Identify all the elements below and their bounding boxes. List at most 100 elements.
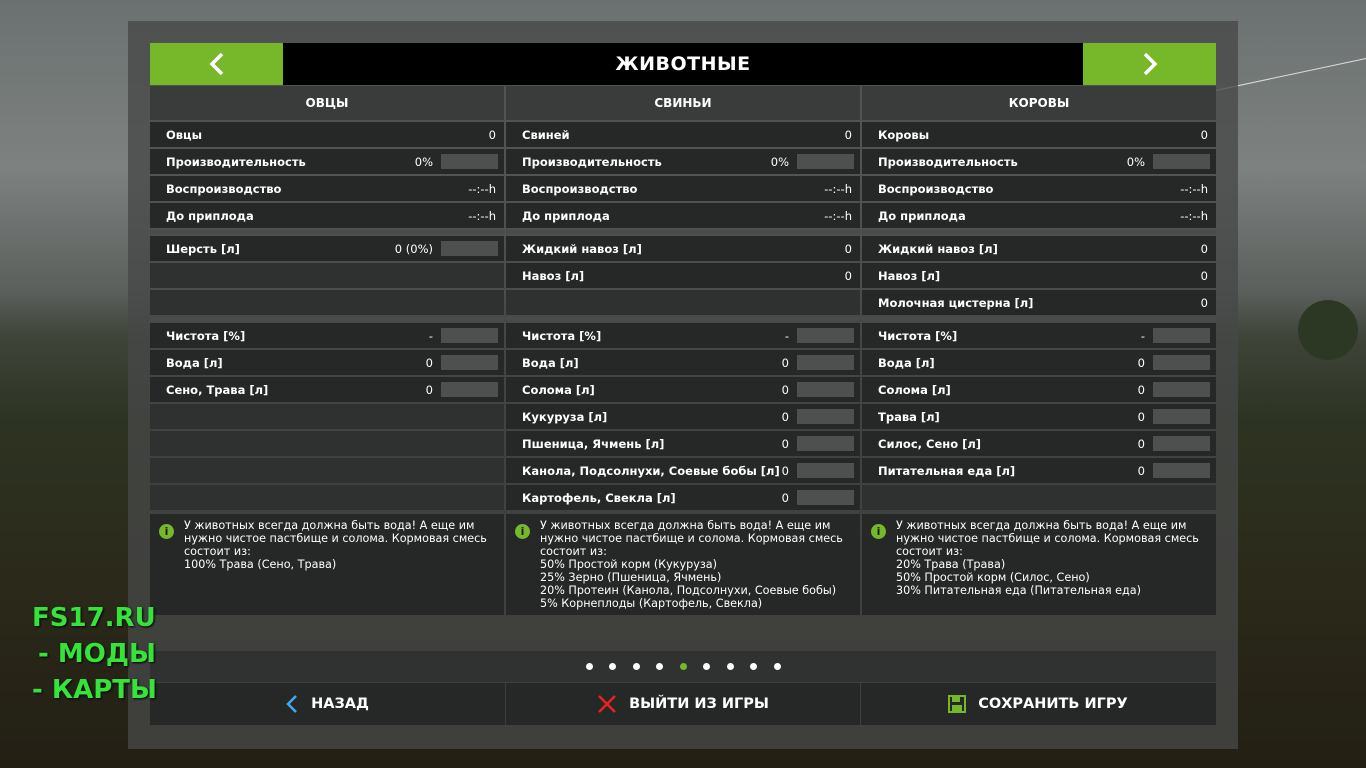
stat-row: Воспроизводство --:--h <box>506 176 860 201</box>
level-bar <box>1153 463 1210 478</box>
section-separator <box>506 230 860 234</box>
stat-row: Солома [л] 0 <box>506 377 860 402</box>
animal-column: КОРОВЫ Коровы 0 Производительность 0% Воспрои… <box>862 86 1216 510</box>
section-separator <box>506 317 860 321</box>
stat-row: Вода [л] 0 <box>506 350 860 375</box>
stat-row: Чистота [%] - <box>862 323 1216 348</box>
page-dot[interactable] <box>773 663 781 670</box>
stat-value: --:--h <box>468 209 496 223</box>
stat-label: Питательная еда [л] <box>878 464 1016 478</box>
stat-row: Чистота [%] - <box>506 323 860 348</box>
stat-value: 0% <box>770 155 789 169</box>
stat-value: 0 <box>781 410 789 424</box>
background-tree <box>1298 300 1358 360</box>
stat-value: 0 <box>781 464 789 478</box>
watermark-line: - МОДЫ <box>38 639 156 669</box>
stat-row: Чистота [%] - <box>150 323 504 348</box>
stat-value: 0 <box>1200 242 1208 256</box>
page-dot[interactable] <box>703 663 710 670</box>
next-page-button[interactable] <box>1083 43 1216 85</box>
page-header: ЖИВОТНЫЕ <box>150 43 1216 85</box>
stat-value: 0 <box>1200 269 1208 283</box>
empty-row <box>150 404 504 429</box>
stat-row: До приплода --:--h <box>862 203 1216 228</box>
stat-row: Навоз [л] 0 <box>506 263 860 288</box>
page-dot[interactable] <box>726 663 734 670</box>
page-dot[interactable] <box>585 663 593 670</box>
stat-value: 0 <box>1137 383 1145 397</box>
level-bar <box>441 355 498 370</box>
stat-value: 0 <box>781 491 789 505</box>
stat-row: Производительность 0% <box>862 149 1216 174</box>
animal-column: СВИНЬИ Свиней 0 Производительность 0% Воспрои… <box>506 86 860 510</box>
stat-row: Кукуруза [л] 0 <box>506 404 860 429</box>
stat-label: Свиней <box>522 128 570 142</box>
stat-label: Чистота [%] <box>166 329 246 343</box>
page-dot[interactable] <box>632 663 640 670</box>
page-dot[interactable] <box>656 663 663 670</box>
column-header: КОРОВЫ <box>862 86 1216 120</box>
stat-label: Канола, Подсолнухи, Соевые бобы [л] <box>522 464 780 478</box>
stat-label: Солома [л] <box>522 383 595 397</box>
stat-label: Трава [л] <box>878 410 940 424</box>
stat-label: Чистота [%] <box>878 329 958 343</box>
page-dot[interactable] <box>609 663 616 670</box>
stat-row: Вода [л] 0 <box>150 350 504 375</box>
stat-row: Пшеница, Ячмень [л] 0 <box>506 431 860 456</box>
page-dot-active[interactable] <box>679 663 687 670</box>
empty-row <box>862 485 1216 510</box>
save-game-label: СОХРАНИТЬ ИГРУ <box>978 696 1128 712</box>
stat-label: Жидкий навоз [л] <box>522 242 642 256</box>
level-bar <box>1153 328 1210 343</box>
stat-value: 0% <box>1126 155 1145 169</box>
level-bar <box>797 328 854 343</box>
level-bar <box>441 382 498 397</box>
stat-value: --:--h <box>468 182 496 196</box>
stat-value: 0 <box>844 128 852 142</box>
stat-row: Питательная еда [л] 0 <box>862 458 1216 483</box>
stat-row: Шерсть [л] 0 (0%) <box>150 236 504 261</box>
feeding-info-text: У животных всегда должна быть вода! А ещ… <box>540 519 843 610</box>
level-bar <box>797 409 854 424</box>
level-bar <box>1153 154 1210 169</box>
stat-row: Навоз [л] 0 <box>862 263 1216 288</box>
stat-row: Трава [л] 0 <box>862 404 1216 429</box>
stat-label: До приплода <box>166 209 254 223</box>
stat-value: 0% <box>414 155 433 169</box>
page-title: ЖИВОТНЫЕ <box>615 53 751 75</box>
stat-label: Сено, Трава [л] <box>166 383 269 397</box>
level-bar <box>441 241 498 256</box>
stat-row: Свиней 0 <box>506 122 860 147</box>
chevron-right-icon <box>1143 52 1157 76</box>
watermark-line: FS17.RU <box>32 603 156 633</box>
stat-label: Картофель, Свекла [л] <box>522 491 676 505</box>
back-button[interactable]: НАЗАД <box>150 683 504 725</box>
level-bar <box>797 154 854 169</box>
stat-row: Жидкий навоз [л] 0 <box>862 236 1216 261</box>
stat-value: 0 <box>425 383 433 397</box>
level-bar <box>1153 436 1210 451</box>
prev-page-button[interactable] <box>150 43 283 85</box>
stat-row: Воспроизводство --:--h <box>150 176 504 201</box>
empty-row <box>506 290 860 315</box>
stat-row: Производительность 0% <box>506 149 860 174</box>
stat-label: Молочная цистерна [л] <box>878 296 1034 310</box>
empty-row <box>150 290 504 315</box>
stat-label: До приплода <box>878 209 966 223</box>
stat-row: Солома [л] 0 <box>862 377 1216 402</box>
stat-row: Молочная цистерна [л] 0 <box>862 290 1216 315</box>
save-game-button[interactable]: СОХРАНИТЬ ИГРУ <box>861 683 1215 725</box>
stat-value: 0 <box>781 356 789 370</box>
stat-value: 0 <box>425 356 433 370</box>
level-bar <box>1153 409 1210 424</box>
page-dot[interactable] <box>750 663 757 670</box>
stat-label: Пшеница, Ячмень [л] <box>522 437 665 451</box>
stat-value: - <box>428 329 433 343</box>
info-icon: i <box>159 524 174 539</box>
quit-game-button[interactable]: ВЫЙТИ ИЗ ИГРЫ <box>506 683 860 725</box>
stat-value: 0 <box>1137 356 1145 370</box>
stat-row: До приплода --:--h <box>150 203 504 228</box>
back-button-label: НАЗАД <box>311 696 369 712</box>
stat-value: 0 <box>844 269 852 283</box>
stat-value: 0 <box>1200 128 1208 142</box>
